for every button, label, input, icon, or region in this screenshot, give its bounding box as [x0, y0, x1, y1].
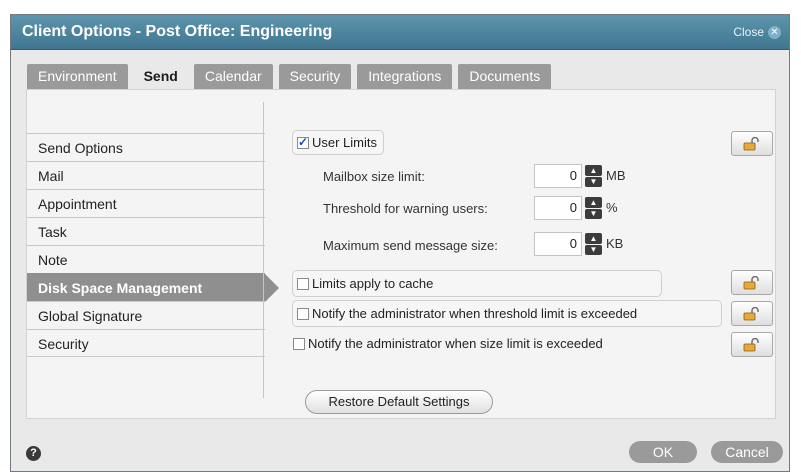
mailbox-size-label: Mailbox size limit: — [323, 169, 425, 184]
unlock-icon — [743, 275, 759, 289]
spin-up-icon[interactable]: ▲ — [585, 197, 602, 208]
threshold-unit: % — [606, 200, 618, 215]
max-send-input[interactable]: 0 — [534, 232, 582, 256]
spin-up-icon[interactable]: ▲ — [585, 165, 602, 176]
tab-documents[interactable]: Documents — [458, 64, 552, 89]
sidebar-item-task[interactable]: Task — [27, 217, 265, 245]
dialog-title: Client Options - Post Office: Engineerin… — [22, 23, 333, 40]
sidebar: Send Options Mail Appointment Task Note … — [27, 133, 279, 357]
limits-cache-checkbox[interactable] — [297, 277, 309, 290]
tab-send[interactable]: Send — [133, 60, 188, 89]
user-limits-option[interactable]: User Limits — [292, 130, 385, 155]
notify-size-checkbox[interactable] — [293, 337, 305, 350]
tab-environment[interactable]: Environment — [27, 64, 128, 89]
mailbox-size-spinner[interactable]: ▲ ▼ — [585, 165, 602, 187]
sidebar-item-mail[interactable]: Mail — [27, 161, 265, 189]
max-send-label: Maximum send message size: — [323, 238, 498, 253]
help-icon[interactable]: ? — [26, 446, 41, 461]
tab-bar: Environment Send Calendar Security Integ… — [27, 60, 552, 89]
limits-cache-label: Limits apply to cache — [312, 276, 434, 291]
sidebar-item-global-signature[interactable]: Global Signature — [27, 301, 265, 329]
tab-calendar[interactable]: Calendar — [193, 64, 273, 89]
panel-divider — [263, 102, 264, 398]
sidebar-item-note[interactable]: Note — [27, 245, 265, 273]
notify-threshold-option[interactable]: Notify the administrator when threshold … — [292, 300, 722, 327]
limits-cache-option[interactable]: Limits apply to cache — [292, 270, 662, 297]
threshold-spinner[interactable]: ▲ ▼ — [585, 197, 602, 219]
user-limits-checkbox[interactable] — [297, 135, 309, 149]
notify-size-label: Notify the administrator when size limit… — [308, 336, 603, 351]
cancel-button[interactable]: Cancel — [711, 441, 783, 463]
mailbox-size-input[interactable]: 0 — [534, 164, 582, 188]
tab-integrations[interactable]: Integrations — [357, 64, 453, 89]
ok-button[interactable]: OK — [629, 441, 697, 463]
options-panel: Send Options Mail Appointment Task Note … — [26, 89, 776, 419]
tab-security[interactable]: Security — [278, 64, 352, 89]
mailbox-size-unit: MB — [606, 168, 626, 183]
restore-default-settings-button[interactable]: Restore Default Settings — [305, 390, 493, 414]
notify-size-option[interactable]: Notify the administrator when size limit… — [293, 336, 603, 351]
threshold-label: Threshold for warning users: — [323, 201, 488, 216]
close-button[interactable]: Close ✕ — [733, 25, 781, 39]
sidebar-item-disk-space-management[interactable]: Disk Space Management — [27, 273, 279, 302]
close-label: Close — [733, 25, 764, 39]
unlock-icon — [743, 337, 759, 351]
unlock-icon — [743, 136, 759, 150]
unlock-icon — [743, 306, 759, 320]
notify-threshold-checkbox[interactable] — [297, 307, 309, 320]
max-send-spinner[interactable]: ▲ ▼ — [585, 233, 602, 255]
dialog-titlebar: Client Options - Post Office: Engineerin… — [11, 15, 789, 50]
spin-down-icon[interactable]: ▼ — [585, 244, 602, 255]
max-send-unit: KB — [606, 236, 624, 251]
notify-threshold-label: Notify the administrator when threshold … — [312, 306, 638, 321]
threshold-input[interactable]: 0 — [534, 196, 582, 220]
sidebar-item-security[interactable]: Security — [27, 329, 265, 357]
notify-threshold-lock-button[interactable] — [731, 301, 773, 326]
notify-size-lock-button[interactable] — [731, 332, 773, 357]
close-icon[interactable]: ✕ — [768, 25, 781, 39]
limits-cache-lock-button[interactable] — [731, 270, 773, 295]
user-limits-lock-button[interactable] — [731, 131, 773, 156]
spin-up-icon[interactable]: ▲ — [585, 233, 602, 244]
sidebar-item-appointment[interactable]: Appointment — [27, 189, 265, 217]
sidebar-item-send-options[interactable]: Send Options — [27, 133, 265, 161]
client-options-dialog: Client Options - Post Office: Engineerin… — [10, 14, 790, 472]
spin-down-icon[interactable]: ▼ — [585, 208, 602, 219]
user-limits-label: User Limits — [312, 135, 378, 150]
spin-down-icon[interactable]: ▼ — [585, 176, 602, 187]
